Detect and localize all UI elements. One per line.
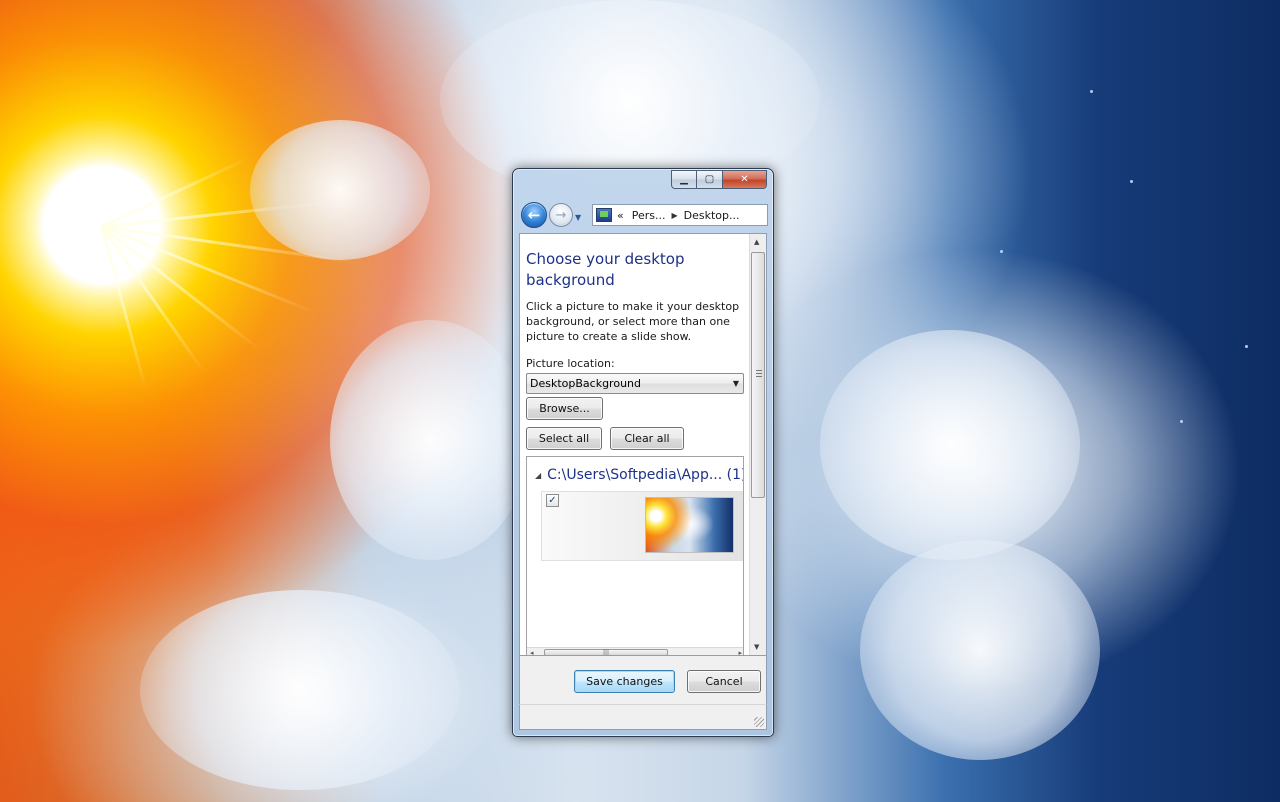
- vertical-scroll-thumb[interactable]: [751, 252, 765, 498]
- cloud: [820, 330, 1080, 560]
- status-bar: [519, 704, 767, 730]
- breadcrumb-personalization[interactable]: Pers...: [632, 209, 666, 222]
- dialog-footer: Save changes Cancel: [519, 656, 767, 704]
- chevron-down-icon: ▼: [575, 212, 582, 222]
- browse-button[interactable]: Browse...: [526, 397, 603, 420]
- horizontal-scroll-thumb[interactable]: |||: [544, 649, 668, 655]
- cloud: [860, 540, 1100, 760]
- cloud: [330, 320, 530, 560]
- cloud: [140, 590, 460, 790]
- address-overflow-chevron[interactable]: «: [617, 209, 624, 222]
- caption-buttons: ▁ ▢ ✕: [671, 170, 767, 189]
- thumbnail-checkbox[interactable]: ✓: [546, 494, 559, 507]
- picture-location-label: Picture location:: [526, 357, 615, 370]
- clear-all-button[interactable]: Clear all: [610, 427, 684, 450]
- vertical-scrollbar[interactable]: ▲ ▼: [749, 234, 766, 655]
- picture-group-header[interactable]: ◢ C:\Users\Softpedia\App... (1): [535, 467, 744, 483]
- content-body: Choose your desktop background Click a p…: [526, 234, 748, 450]
- star: [1000, 250, 1003, 253]
- maximize-button[interactable]: ▢: [697, 170, 723, 189]
- scroll-left-icon[interactable]: ◂: [530, 649, 534, 655]
- picture-group-path: C:\Users\Softpedia\App... (1): [547, 467, 744, 483]
- dropdown-arrow-icon: ▼: [732, 379, 739, 388]
- desktop-background-window: ▁ ▢ ✕ ← → ▼ « Pers... ▶ Desktop... Choos…: [512, 168, 774, 737]
- recent-pages-dropdown[interactable]: ▼: [575, 213, 581, 222]
- maximize-icon: ▢: [704, 174, 715, 185]
- control-panel-icon: [596, 208, 612, 222]
- collapse-arrow-icon[interactable]: ◢: [535, 471, 541, 480]
- picture-location-dropdown[interactable]: DesktopBackground ▼: [526, 373, 744, 394]
- breadcrumb-desktop-background[interactable]: Desktop...: [684, 209, 740, 222]
- cloud: [250, 120, 430, 260]
- picture-location-value: DesktopBackground: [530, 377, 641, 390]
- scroll-right-icon[interactable]: ▸: [738, 649, 742, 655]
- sun-ray: [100, 226, 148, 392]
- wallpaper-thumbnail-image[interactable]: [645, 497, 734, 553]
- scroll-up-icon[interactable]: ▲: [754, 238, 759, 246]
- cancel-button[interactable]: Cancel: [687, 670, 761, 693]
- select-all-button[interactable]: Select all: [526, 427, 602, 450]
- close-button[interactable]: ✕: [723, 170, 767, 189]
- picture-list[interactable]: ◢ C:\Users\Softpedia\App... (1) ✓ ◂ ||| ▸: [526, 456, 744, 655]
- save-changes-button[interactable]: Save changes: [574, 670, 675, 693]
- picture-thumbnail-tile[interactable]: ✓: [541, 491, 743, 561]
- content-pane: Choose your desktop background Click a p…: [519, 233, 767, 656]
- page-description: Click a picture to make it your desktop …: [526, 300, 740, 343]
- address-bar[interactable]: « Pers... ▶ Desktop...: [592, 204, 768, 226]
- back-button[interactable]: ←: [521, 202, 547, 228]
- breadcrumb-separator-icon[interactable]: ▶: [672, 211, 678, 220]
- forward-arrow-icon: →: [555, 207, 567, 223]
- star: [1130, 180, 1133, 183]
- star: [1090, 90, 1093, 93]
- minimize-icon: ▁: [680, 174, 688, 185]
- star: [1245, 345, 1248, 348]
- minimize-button[interactable]: ▁: [671, 170, 697, 189]
- horizontal-scrollbar[interactable]: ◂ ||| ▸: [527, 647, 743, 655]
- page-title: Choose your desktop background: [526, 250, 685, 289]
- selection-buttons: Select all Clear all: [526, 427, 748, 450]
- back-arrow-icon: ←: [527, 206, 541, 224]
- star: [1180, 420, 1183, 423]
- scroll-down-icon[interactable]: ▼: [754, 643, 759, 651]
- resize-grip-icon[interactable]: [754, 717, 764, 727]
- scroll-grip-icon: [756, 370, 762, 377]
- forward-button[interactable]: →: [549, 203, 573, 227]
- close-icon: ✕: [740, 174, 749, 185]
- navigation-buttons: ← → ▼: [521, 202, 581, 228]
